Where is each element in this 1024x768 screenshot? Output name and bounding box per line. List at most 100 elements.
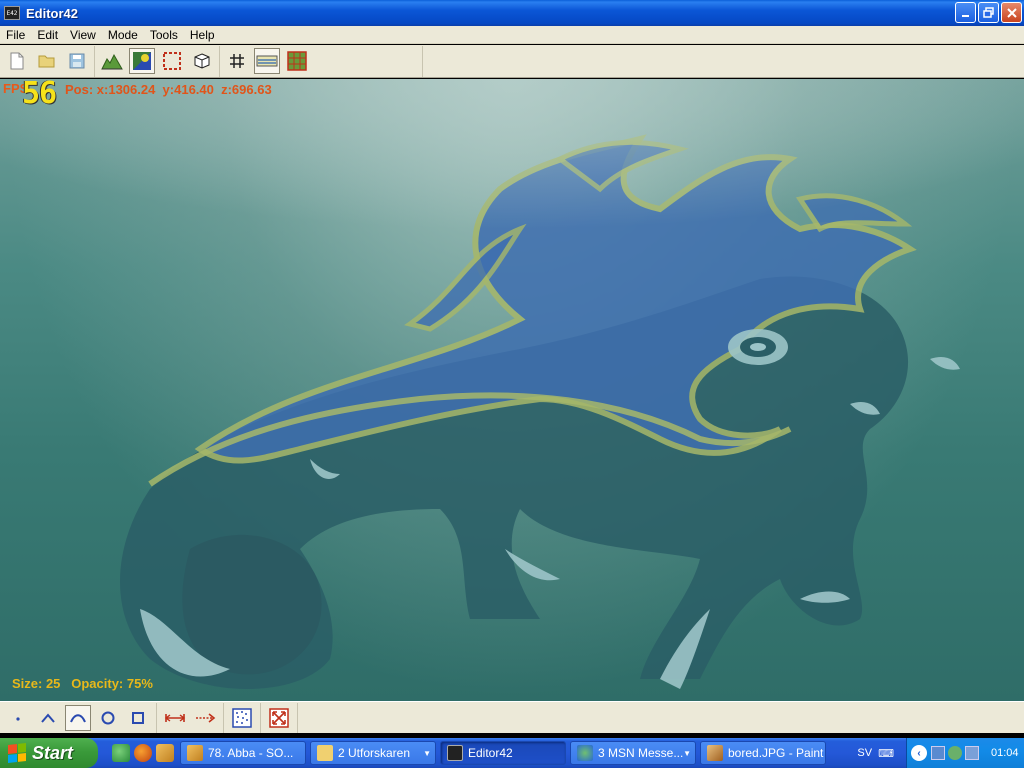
minimize-button[interactable] [955, 2, 976, 23]
new-file-button[interactable] [4, 48, 30, 74]
title-bar[interactable]: E42 Editor42 [0, 0, 1024, 26]
selection-rect-icon [163, 52, 181, 70]
close-button[interactable] [1001, 2, 1022, 23]
menu-view[interactable]: View [64, 28, 102, 42]
save-disk-icon [69, 53, 85, 69]
line-endpoints-icon [164, 713, 186, 722]
computer-tray-icon[interactable] [965, 746, 979, 760]
restore-button[interactable] [978, 2, 999, 23]
menu-mode[interactable]: Mode [102, 28, 144, 42]
grid-button[interactable] [224, 48, 250, 74]
pattern-tools-group [224, 702, 261, 733]
taskbar-item-media-player[interactable]: 78. Abba - SO... [180, 741, 306, 765]
view-toolbar-group [220, 45, 423, 77]
menu-tools[interactable]: Tools [144, 28, 184, 42]
quick-launch [98, 744, 180, 762]
creature-tail-curl [182, 534, 322, 675]
file-toolbar-group [0, 45, 95, 77]
selection-rect-button[interactable] [159, 48, 185, 74]
taskbar-item-editor42[interactable]: Editor42 [440, 741, 566, 765]
creature-pupil [750, 343, 766, 351]
curve-tool-button[interactable] [65, 704, 91, 731]
save-button[interactable] [64, 48, 90, 74]
cube-object-icon [194, 53, 210, 69]
taskbar-item-explorer[interactable]: 2 Utforskaren ▼ [310, 741, 436, 765]
angle-tool-button[interactable] [35, 705, 61, 731]
close-icon [1006, 7, 1017, 18]
open-folder-icon [38, 55, 55, 68]
language-indicator[interactable]: SV ⌨ [857, 738, 894, 768]
main-toolbar [0, 45, 1024, 78]
minimize-icon [961, 14, 969, 17]
clock[interactable]: 01:04 [991, 747, 1019, 759]
group-arrow-icon: ▼ [423, 748, 431, 758]
editor-icon [447, 745, 463, 761]
media-shortcut-icon[interactable] [156, 744, 174, 762]
arrow-line-icon [196, 712, 216, 723]
taskbar-item-paint[interactable]: bored.JPG - Paint [700, 741, 826, 765]
shape-tools-group [0, 702, 157, 733]
line-tools-group [157, 702, 224, 733]
tile-grid-button[interactable] [284, 48, 310, 74]
angle-icon [41, 712, 55, 723]
square-tool-button[interactable] [125, 705, 151, 731]
taskbar-item-msn[interactable]: 3 MSN Messe... ▼ [570, 741, 696, 765]
firefox-icon[interactable] [134, 744, 152, 762]
menu-bar: File Edit View Mode Tools Help [0, 26, 1024, 44]
windows-taskbar: Start 78. Abba - SO... 2 Utforskaren ▼ E… [0, 738, 1024, 768]
language-code: SV [857, 747, 873, 759]
new-file-icon [10, 52, 24, 70]
start-label: Start [32, 742, 74, 763]
keyboard-layout-icon: ⌨ [878, 747, 894, 760]
fit-view-icon [269, 707, 289, 728]
windows-logo-icon [8, 743, 26, 763]
tooth-highlight-1 [930, 357, 960, 370]
desktop-shortcut-icon[interactable] [112, 744, 130, 762]
terrain-height-icon [101, 53, 123, 70]
start-button[interactable]: Start [0, 738, 98, 768]
paint-icon [707, 745, 723, 761]
brush-toolbar [0, 701, 1024, 733]
editor-app-icon[interactable]: E42 [4, 6, 20, 20]
grid-icon [230, 54, 244, 68]
water-plane-button[interactable] [254, 48, 280, 74]
menu-file[interactable]: File [0, 28, 31, 42]
fps-counter: 56 [22, 79, 57, 111]
fit-view-button[interactable] [266, 705, 292, 731]
point-tool-button[interactable] [5, 705, 31, 731]
media-player-icon [187, 745, 203, 761]
system-tray: ‹ 01:04 [906, 738, 1024, 768]
menu-help[interactable]: Help [184, 28, 221, 42]
view-tools-group [261, 702, 298, 733]
edit-toolbar-group [95, 45, 220, 77]
network-tray-icon[interactable] [931, 746, 945, 760]
group-arrow-icon: ▼ [683, 748, 691, 758]
texture-paint-icon [133, 52, 151, 70]
open-folder-button[interactable] [34, 48, 60, 74]
restore-icon [982, 6, 994, 18]
tile-grid-icon [287, 51, 307, 71]
water-plane-icon [256, 55, 278, 67]
circle-icon [101, 711, 115, 724]
show-hidden-icons-button[interactable]: ‹ [911, 745, 927, 761]
circle-tool-button[interactable] [95, 705, 121, 731]
curve-icon [70, 713, 86, 722]
brush-settings-readout: Size: 25 Opacity: 75% [12, 676, 153, 691]
square-icon [132, 711, 144, 724]
texture-paint-button[interactable] [129, 48, 155, 74]
cube-object-button[interactable] [189, 48, 215, 74]
noise-pattern-button[interactable] [229, 705, 255, 731]
msn-icon [577, 745, 593, 761]
terrain-scene [0, 79, 1024, 689]
line-endpoints-button[interactable] [162, 705, 188, 731]
point-icon [16, 716, 20, 721]
menu-edit[interactable]: Edit [31, 28, 64, 42]
terrain-height-button[interactable] [99, 48, 125, 74]
window-title: Editor42 [26, 5, 79, 21]
messenger-tray-icon[interactable] [948, 746, 962, 760]
camera-position-readout: Pos: x:1306.24 y:416.40 z:696.63 [65, 82, 272, 97]
3d-viewport[interactable]: FPS 56 Pos: x:1306.24 y:416.40 z:696.63 … [0, 79, 1024, 701]
folder-icon [317, 745, 333, 761]
noise-pattern-icon [232, 707, 252, 728]
arrow-line-button[interactable] [192, 705, 218, 731]
